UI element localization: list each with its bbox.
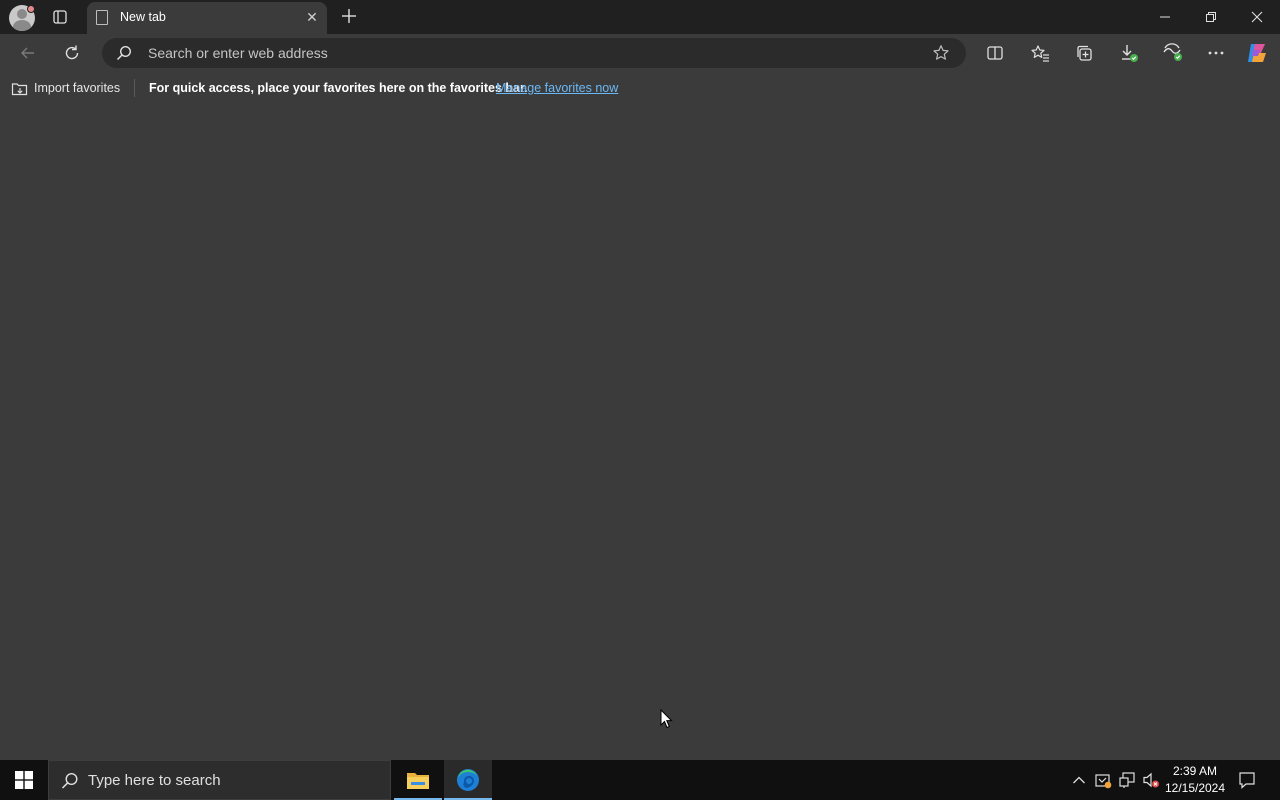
browser-window: New tab ✕ Search or enter web address Im… — [0, 0, 1280, 760]
volume-muted-tray-icon[interactable] — [1141, 770, 1161, 790]
add-favorite-star-icon[interactable] — [932, 44, 950, 66]
taskbar-clock[interactable]: 2:39 AM 12/15/2024 — [1162, 763, 1228, 797]
plus-icon — [342, 9, 356, 23]
minimize-button[interactable] — [1142, 0, 1188, 34]
windows-logo-icon — [15, 771, 33, 789]
split-screen-button[interactable] — [981, 39, 1009, 67]
security-tray-icon[interactable] — [1093, 770, 1113, 790]
restore-icon — [1206, 12, 1216, 22]
clock-time: 2:39 AM — [1172, 764, 1218, 778]
start-button[interactable] — [0, 760, 48, 800]
edge-icon — [457, 769, 479, 791]
mouse-cursor-icon — [660, 708, 673, 733]
tab-actions-icon[interactable] — [48, 5, 72, 29]
collections-button[interactable] — [1070, 39, 1098, 67]
notification-icon — [1239, 772, 1255, 789]
taskbar: 2:39 AM 12/15/2024 — [0, 760, 1280, 800]
browser-essentials-button[interactable] — [1159, 39, 1187, 67]
copilot-button[interactable] — [1243, 39, 1271, 67]
address-input[interactable] — [148, 38, 908, 68]
favorites-bar-message: For quick access, place your favorites h… — [149, 81, 528, 95]
favorites-icon — [1031, 45, 1049, 62]
refresh-button[interactable] — [58, 39, 86, 67]
network-tray-icon[interactable] — [1117, 770, 1137, 790]
favorites-button[interactable] — [1026, 39, 1054, 67]
import-favorites-label: Import favorites — [34, 81, 121, 95]
back-button[interactable] — [14, 39, 42, 67]
import-favorites-button[interactable]: Import favorites — [11, 78, 120, 98]
edge-taskbar-button[interactable] — [444, 760, 492, 800]
address-bar[interactable] — [102, 38, 966, 68]
file-explorer-icon — [407, 773, 429, 789]
collections-icon — [1077, 45, 1092, 61]
minimize-icon — [1160, 16, 1170, 18]
restore-button[interactable] — [1188, 0, 1234, 34]
navigation-toolbar — [0, 34, 1280, 72]
show-hidden-icons-chevron-icon[interactable] — [1069, 770, 1089, 790]
tab-title: New tab — [120, 10, 166, 24]
favorites-bar: Import favorites For quick access, place… — [0, 72, 1280, 104]
page-icon — [96, 10, 108, 25]
file-explorer-taskbar-button[interactable] — [394, 760, 442, 800]
browser-essentials-icon — [1163, 43, 1182, 61]
import-favorites-icon — [11, 82, 28, 95]
action-center-button[interactable] — [1234, 768, 1260, 792]
title-bar: New tab ✕ — [0, 0, 1280, 34]
favorites-divider — [134, 79, 135, 97]
taskbar-search-icon — [61, 772, 79, 794]
taskbar-search-box[interactable] — [48, 760, 391, 800]
downloads-button[interactable] — [1115, 39, 1143, 67]
tab-new-tab[interactable]: New tab ✕ — [87, 2, 327, 34]
clock-date: 12/15/2024 — [1164, 781, 1226, 795]
copilot-icon — [1248, 44, 1266, 62]
more-options-button[interactable] — [1202, 39, 1230, 67]
back-icon — [21, 47, 34, 59]
profile-notification-dot — [27, 5, 35, 13]
refresh-icon — [65, 45, 79, 60]
close-window-button[interactable] — [1234, 0, 1280, 34]
tab-close-icon[interactable]: ✕ — [304, 10, 320, 26]
taskbar-search-input[interactable] — [88, 761, 378, 799]
manage-favorites-link[interactable]: Manage favorites now — [496, 81, 618, 95]
close-icon — [1251, 11, 1263, 23]
new-tab-button[interactable] — [339, 6, 359, 26]
split-screen-icon — [987, 46, 1003, 60]
downloads-icon — [1122, 45, 1138, 62]
more-icon — [1208, 51, 1224, 55]
search-icon — [116, 45, 132, 65]
